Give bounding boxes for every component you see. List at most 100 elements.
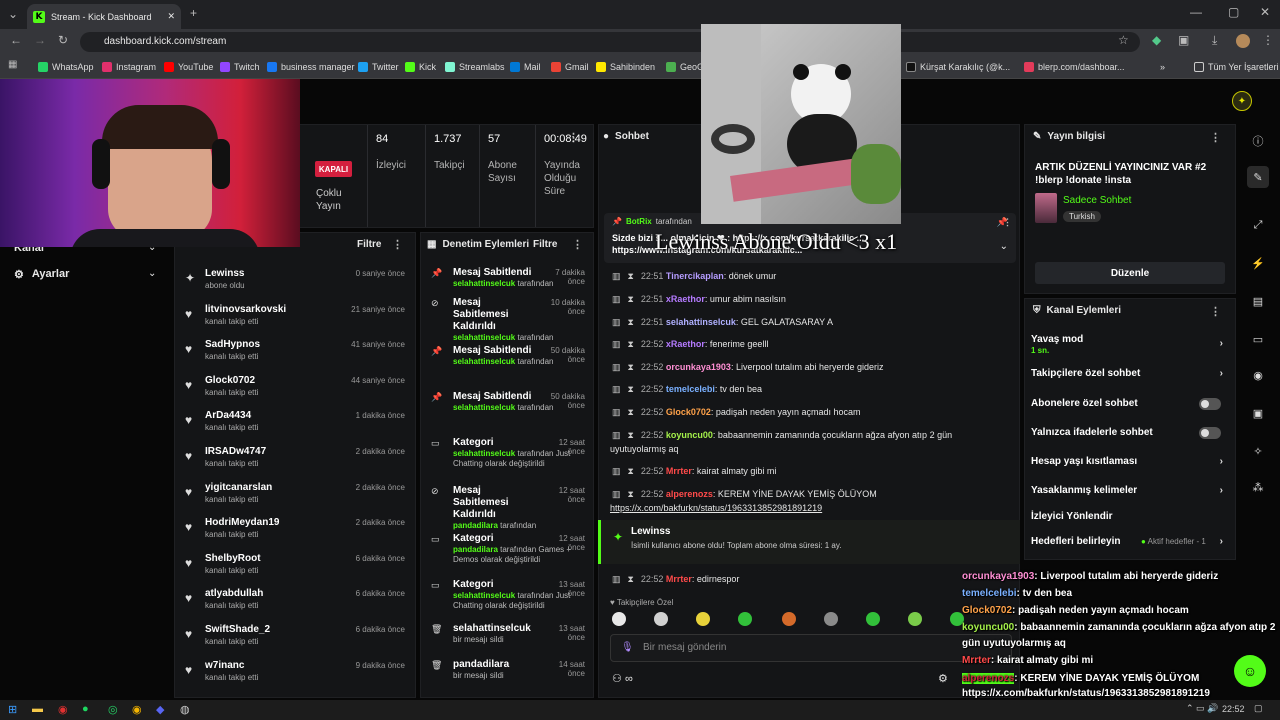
microphone-icon[interactable]: 🎙 xyxy=(621,635,634,661)
slow-mode-setting[interactable]: Yavaş mod 1 sn. › xyxy=(1031,334,1227,355)
chat-username[interactable]: Glock0702 xyxy=(666,407,711,417)
activity-item[interactable]: ♥ SwiftShade_2 kanalı takip etti 6 dakika ö… xyxy=(175,621,415,657)
users-icon[interactable]: ⚇ xyxy=(612,673,622,685)
emote-8[interactable] xyxy=(908,612,922,626)
bookmark-twitch[interactable]: Twitch xyxy=(220,59,260,75)
pinned-menu-icon[interactable]: ⋮ xyxy=(1003,217,1012,228)
bookmarks-overflow-icon[interactable]: » xyxy=(1160,59,1165,75)
edit-stream-button[interactable]: Düzenle xyxy=(1035,262,1225,284)
timeout-icon[interactable]: ⧗ xyxy=(628,271,634,281)
profile-avatar[interactable] xyxy=(1236,34,1250,48)
timeout-icon[interactable]: ⧗ xyxy=(628,384,634,394)
layout-icon[interactable]: ▣ xyxy=(1247,402,1269,424)
minimize-icon[interactable]: — xyxy=(1190,5,1202,19)
viewer-redirect-setting[interactable]: İzleyici Yönlendir xyxy=(1031,511,1227,522)
reload-icon[interactable]: ↻ xyxy=(58,33,68,47)
obs-icon[interactable]: ◍ xyxy=(180,703,190,716)
moderation-filter-button[interactable]: Filtre xyxy=(533,239,557,250)
download-icon[interactable]: ⤓ xyxy=(1212,33,1217,48)
moderation-item[interactable]: ▭ Kategori selahattinselcuk tarafından Jus… xyxy=(421,435,593,469)
notification-icon[interactable]: ▢ xyxy=(1254,703,1263,714)
goals-setting[interactable]: Hedefleri belirleyin ● Aktif hedefler - 1… xyxy=(1031,536,1227,547)
info-icon[interactable]: ⓘ xyxy=(1247,130,1269,152)
followers-only-setting[interactable]: Takipçilere özel sohbet › xyxy=(1031,368,1227,379)
chat-icon[interactable]: ▭ xyxy=(1247,328,1269,350)
emote-7[interactable] xyxy=(866,612,880,626)
chat-username[interactable]: alperenozs xyxy=(666,489,713,499)
activity-item[interactable]: ♥ litvinovsarkovski kanalı takip etti 21 sa… xyxy=(175,301,415,337)
timeout-icon[interactable]: ⧗ xyxy=(628,574,634,584)
timeout-icon[interactable]: ⧗ xyxy=(628,339,634,349)
bookmark-streamlabs[interactable]: Streamlabs xyxy=(445,59,505,75)
moderation-item[interactable]: 📌 Mesaj Sabitlendi selahattinselcuk tarafı… xyxy=(421,343,593,367)
chat-username[interactable]: selahattinselcuk xyxy=(666,317,736,327)
moderation-item[interactable]: 🗑 selahattinselcuk bir mesajı sildi 13 saat… xyxy=(421,621,593,645)
chat-input[interactable]: 🎙 Bir mesaj gönderin xyxy=(610,634,1012,662)
back-icon[interactable]: ← xyxy=(10,33,22,47)
activity-filter-button[interactable]: Filtre xyxy=(357,239,381,250)
moderation-item[interactable]: ⊘ Mesaj Sabitlemesi Kaldırıldı pandadilara… xyxy=(421,483,593,531)
emote-4[interactable] xyxy=(738,612,752,626)
moderation-item[interactable]: ▭ Kategori selahattinselcuk tarafından Jus… xyxy=(421,577,593,611)
chat-username[interactable]: koyuncu00 xyxy=(666,430,713,440)
emote-5[interactable] xyxy=(782,612,796,626)
trash-icon[interactable]: ▥ xyxy=(612,384,621,394)
trash-icon[interactable]: ▥ xyxy=(612,339,621,349)
trash-icon[interactable]: ▥ xyxy=(612,362,621,372)
chat-username[interactable]: orcunkaya1903 xyxy=(666,362,731,372)
activity-item[interactable]: ♥ SadHypnos kanalı takip etti 41 saniye önc… xyxy=(175,336,415,372)
subs-only-toggle[interactable] xyxy=(1199,398,1221,410)
trash-icon[interactable]: ▥ xyxy=(612,574,621,584)
moderation-menu-icon[interactable]: ⋮ xyxy=(572,238,583,251)
bookmark-sahibinden[interactable]: Sahibinden xyxy=(596,59,655,75)
forward-icon[interactable]: → xyxy=(34,33,46,47)
gear-icon[interactable]: ⚙ xyxy=(938,672,948,685)
chat-username[interactable]: Mrrter xyxy=(666,466,692,476)
moderation-item[interactable]: 📌 Mesaj Sabitlendi selahattinselcuk tarafı… xyxy=(421,265,593,289)
activity-item[interactable]: ♥ w7inanc kanalı takip etti 9 dakika önce xyxy=(175,657,415,693)
bookmark-kick[interactable]: Kick xyxy=(405,59,436,75)
chat-settings-icons[interactable]: ⚇ ∞ xyxy=(612,672,633,685)
activity-item[interactable]: ♥ IRSADw4747 kanalı takip etti 2 dakika önc… xyxy=(175,443,415,479)
discord-icon[interactable]: ◆ xyxy=(156,703,164,716)
broadcast-icon[interactable]: ◉ xyxy=(1247,364,1269,386)
maximize-icon[interactable]: ▢ xyxy=(1228,5,1239,19)
edit-icon[interactable]: ✎ xyxy=(1247,166,1269,188)
bookmark-geog[interactable]: GeoG xyxy=(666,59,704,75)
chevron-down-icon[interactable]: ⌄ xyxy=(1000,241,1008,252)
url-field[interactable]: dashboard.kick.com/stream xyxy=(80,32,1140,52)
activity-item[interactable]: ♥ ShelbyRoot kanalı takip etti 6 dakika önc… xyxy=(175,550,415,586)
emote-2[interactable] xyxy=(654,612,668,626)
timeout-icon[interactable]: ⧗ xyxy=(628,489,634,499)
timeout-icon[interactable]: ⧗ xyxy=(628,294,634,304)
stream-info-menu-icon[interactable]: ⋮ xyxy=(1210,131,1221,144)
windows-start-icon[interactable]: ⊞ xyxy=(8,703,17,716)
tray-icons[interactable]: ⌃ ▭ 🔊 xyxy=(1186,703,1218,714)
emote-3[interactable] xyxy=(696,612,710,626)
account-age-setting[interactable]: Hesap yaşı kısıtlaması › xyxy=(1031,456,1227,467)
trash-icon[interactable]: ▥ xyxy=(612,271,621,281)
bookmark-youtube[interactable]: YouTube xyxy=(164,59,213,75)
whatsapp-icon[interactable]: ◎ xyxy=(108,703,118,716)
wrench-icon[interactable]: ✧ xyxy=(1247,440,1269,462)
channel-actions-menu-icon[interactable]: ⋮ xyxy=(1210,305,1221,318)
nav-ayarlar[interactable]: ⚙ Ayarlar xyxy=(14,268,69,281)
chat-username[interactable]: temelcelebi xyxy=(666,384,715,394)
lightning-icon[interactable]: ⚡ xyxy=(1247,252,1269,274)
activity-item[interactable]: ♥ ArDa4434 kanalı takip etti 1 dakika önce xyxy=(175,407,415,443)
chat-username[interactable]: xRaethor xyxy=(666,339,705,349)
infinity-icon[interactable]: ∞ xyxy=(625,673,633,685)
chat-username[interactable]: xRaethor xyxy=(666,294,705,304)
close-window-icon[interactable]: ✕ xyxy=(1260,5,1270,19)
extensions-icon[interactable]: ▣ xyxy=(1178,33,1189,47)
moderation-item[interactable]: ⊘ Mesaj Sabitlemesi Kaldırıldı selahattins… xyxy=(421,295,593,343)
trash-icon[interactable]: ▥ xyxy=(612,489,621,499)
activity-item[interactable]: ♥ atlyabdullah kanalı takip etti 6 dakika ö… xyxy=(175,585,415,621)
tab-search-icon[interactable]: ⌄ xyxy=(8,7,18,21)
emote-6[interactable] xyxy=(824,612,838,626)
user-avatar[interactable]: ✦ xyxy=(1232,91,1252,111)
trash-icon[interactable]: ▥ xyxy=(612,294,621,304)
app-icon[interactable]: ◉ xyxy=(58,703,68,716)
bookmark-instagram[interactable]: Instagram xyxy=(102,59,156,75)
new-tab-icon[interactable]: + xyxy=(190,6,197,20)
